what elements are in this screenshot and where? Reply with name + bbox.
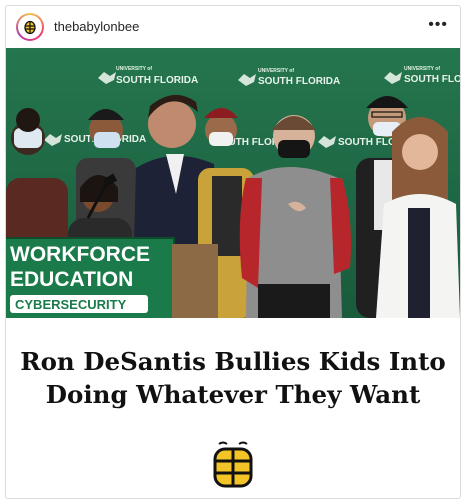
backdrop-small-1: UNIVERSITY of [116, 66, 152, 72]
podium-line-2: EDUCATION [10, 268, 133, 291]
backdrop-text-1: SOUTH FLORIDA [116, 75, 198, 86]
backdrop-text-2: SOUTH FLORIDA [258, 76, 340, 87]
post-photo: UNIVERSITY of SOUTH FLORIDA UNIVERSITY o… [6, 48, 460, 318]
article-headline: Ron DeSantis Bullies Kids Into Doing Wha… [16, 345, 450, 411]
post-username[interactable]: thebabylonbee [54, 19, 139, 34]
podium-sign: WORKFORCE EDUCATION CYBERSECURITY [6, 237, 218, 318]
post-header: thebabylonbee ••• [6, 6, 460, 48]
backdrop-small-3: UNIVERSITY of [404, 66, 440, 72]
more-options-button[interactable]: ••• [428, 15, 448, 35]
podium-line-1: WORKFORCE [10, 243, 150, 266]
backdrop-text-3: SOUTH FLORIDA [404, 74, 460, 85]
babylon-bee-avatar-icon [18, 15, 42, 39]
podium-tag: CYBERSECURITY [15, 297, 127, 312]
backdrop-small-2: UNIVERSITY of [258, 68, 294, 74]
babylon-bee-logo-icon [213, 441, 253, 488]
instagram-post: thebabylonbee ••• UNIVERSITY of SOUTH FL… [5, 5, 461, 499]
post-caption-card: Ron DeSantis Bullies Kids Into Doing Wha… [6, 318, 460, 498]
profile-avatar[interactable] [16, 13, 44, 41]
headline-line-1: Ron DeSantis Bullies Kids Into [20, 347, 446, 376]
headline-line-2: Doing Whatever They Want [45, 380, 421, 409]
